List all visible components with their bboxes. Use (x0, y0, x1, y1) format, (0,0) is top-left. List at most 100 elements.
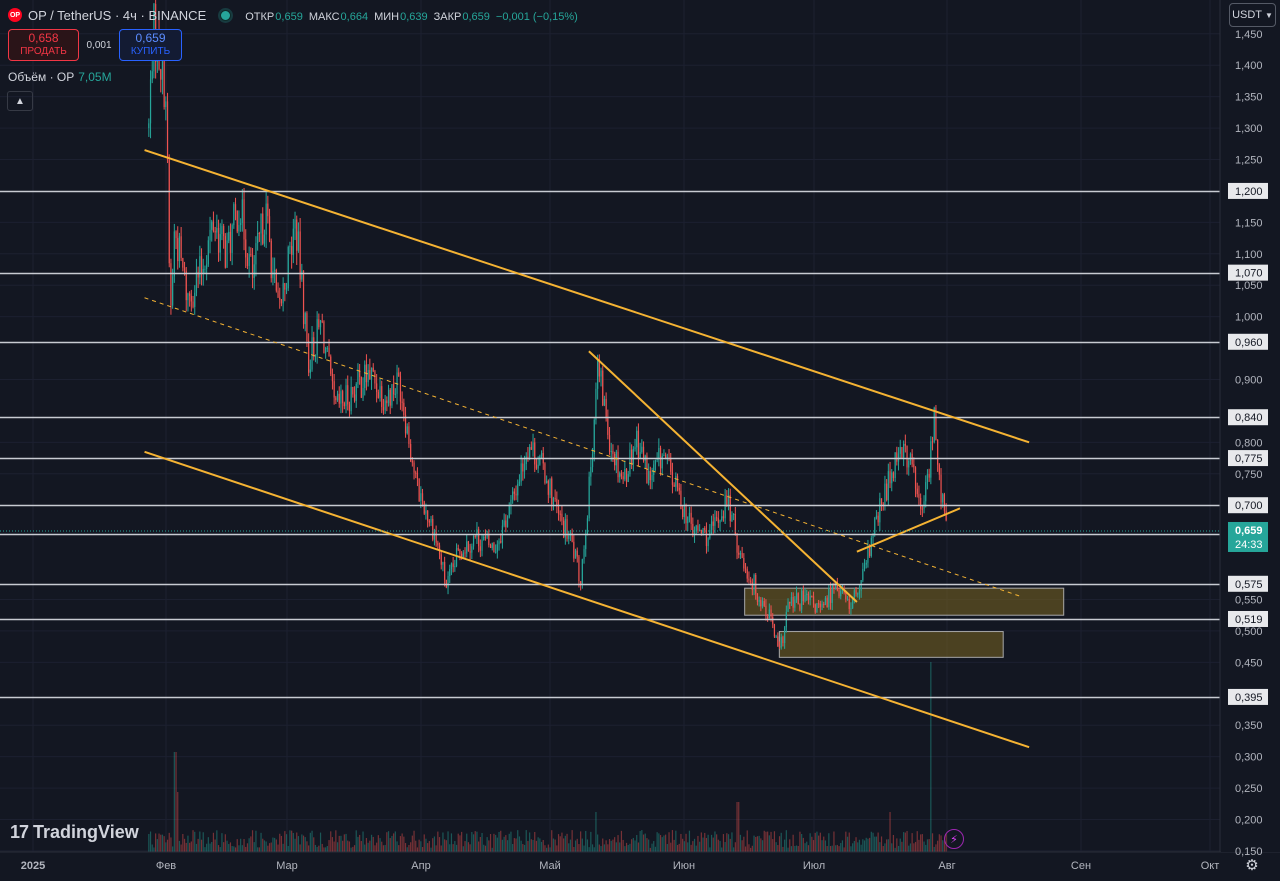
candle-body (772, 617, 774, 625)
volume-bar (852, 843, 854, 852)
volume-bar (790, 846, 793, 852)
candle-body (204, 268, 206, 270)
candle-body (648, 471, 650, 484)
volume-bar (440, 845, 442, 852)
currency-button[interactable]: USDT ▼ (1229, 3, 1276, 27)
candle-body (901, 447, 903, 458)
volume-bar (251, 830, 254, 852)
volume-bar (637, 842, 640, 852)
volume-bar (415, 840, 417, 852)
candle-body (260, 213, 262, 234)
price-tick-label: 0,350 (1235, 720, 1263, 732)
volume-bar (410, 842, 412, 852)
volume-bar (909, 843, 912, 852)
candle-body (535, 464, 538, 469)
volume-bar (479, 837, 481, 852)
volume-bar (372, 836, 374, 852)
candle-body (775, 636, 777, 638)
volume-bar (906, 830, 908, 852)
collapse-legend-button[interactable]: ▲ (7, 91, 33, 111)
volume-bar (522, 844, 524, 852)
volume-bar (379, 838, 381, 852)
symbol-title[interactable]: OP / TetherUS · 4ч · BINANCE (28, 8, 206, 23)
candle-body (472, 535, 475, 547)
settings-gear-icon[interactable]: ⚙ (1244, 857, 1260, 874)
candle-body (197, 271, 199, 278)
volume-bar (257, 847, 259, 852)
candle-body (484, 536, 487, 538)
candle-body (617, 451, 619, 478)
price-tick-label: 1,300 (1235, 123, 1263, 135)
price-zone[interactable] (778, 631, 1004, 658)
candle-body (631, 449, 633, 465)
volume-bar (748, 844, 750, 852)
market-status-icon[interactable] (220, 9, 232, 21)
candle-body (253, 264, 255, 278)
volume-bar (818, 835, 820, 852)
candle-body (831, 583, 833, 603)
volume-bar (872, 832, 874, 852)
volume-bar (262, 838, 264, 852)
price-chart[interactable]: 1,450 1,400 1,350 1,300 1,250 1,150 1,100 1,050… (0, 0, 1280, 881)
volume-bar (908, 845, 910, 852)
volume-bar (308, 845, 310, 852)
volume-bar (591, 844, 594, 852)
volume-bar (746, 830, 748, 852)
volume-bar (234, 847, 237, 852)
volume-bar (323, 847, 325, 852)
volume-bar (168, 832, 170, 852)
candle-body (292, 228, 294, 255)
candle-body (619, 473, 621, 478)
volume-bar (583, 845, 585, 852)
volume-bar (549, 847, 551, 852)
price-axis[interactable]: 1,450 1,400 1,350 1,300 1,250 1,150 1,100 1,050… (1221, 0, 1280, 858)
volume-bar (292, 832, 294, 852)
candle-body (554, 498, 556, 500)
candle-body (863, 564, 866, 569)
price-tick-label: 1,000 (1235, 312, 1263, 324)
volume-bar (571, 830, 573, 852)
volume-bar (552, 838, 555, 852)
candle-body (845, 592, 847, 600)
volume-bar (777, 845, 779, 852)
volume-bar (319, 832, 322, 852)
volume-bar (581, 838, 583, 852)
candle-body (743, 557, 745, 569)
volume-bar (794, 845, 796, 852)
volume-bar (394, 831, 396, 852)
volume-bar (180, 844, 182, 852)
lightning-icon[interactable]: ⚡ (944, 829, 964, 849)
volume-bar (182, 834, 184, 852)
candle-body (726, 495, 728, 506)
volume-bar (913, 843, 915, 852)
candle-body (583, 549, 585, 560)
candle-body (444, 562, 446, 580)
spread-value: 0,001 (86, 39, 112, 51)
volume-bar (665, 834, 667, 852)
candle-body (304, 313, 306, 325)
price-zone[interactable] (744, 587, 1065, 616)
volume-bar (241, 845, 243, 852)
candle-body (149, 79, 152, 124)
candle-body (170, 263, 172, 306)
volume-bar (435, 845, 437, 852)
sell-button[interactable]: 0,658 ПРОДАТЬ (8, 29, 79, 61)
level-price-label: 0,960 (1235, 337, 1263, 349)
candle-body (406, 426, 408, 434)
candle-body (379, 386, 381, 398)
volume-bar (738, 802, 740, 852)
volume-bar (178, 840, 181, 852)
tradingview-logo[interactable]: 17 TradingView (10, 822, 139, 843)
buy-button[interactable]: 0,659 КУПИТЬ (119, 29, 182, 61)
tradingview-mark-icon: 17 (10, 822, 29, 842)
volume-bar (537, 837, 539, 852)
candle-body (336, 393, 339, 401)
volume-bar (194, 831, 196, 852)
candle-body (692, 523, 694, 536)
candle-body (362, 387, 364, 398)
volume-bar (687, 842, 689, 852)
volume-bar (889, 812, 891, 852)
volume-bar (831, 845, 833, 852)
volume-bar (942, 840, 944, 852)
candle-body (812, 596, 815, 605)
